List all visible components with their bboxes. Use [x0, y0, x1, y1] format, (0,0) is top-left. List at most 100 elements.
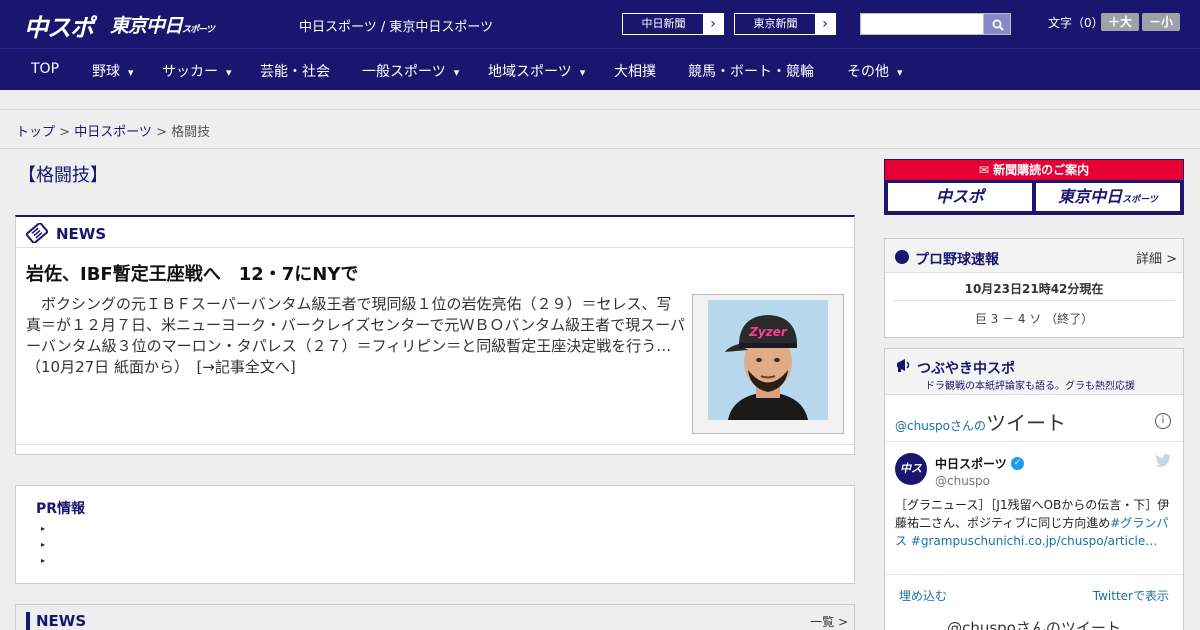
pr-bullet[interactable]: ▸ — [41, 540, 45, 549]
boxer-portrait-image: Zyzer — [708, 300, 828, 420]
subscription-banner: ✉ 新聞購読のご案内 中スポ 東京中日スポーツ — [884, 159, 1184, 215]
chunichi-shimbun-button[interactable]: 中日新聞 › — [622, 13, 724, 35]
divider — [893, 300, 1175, 301]
news-headline[interactable]: 岩佐、IBF暫定王座戦へ 12・7にNYで — [26, 260, 358, 286]
news-photo[interactable]: Zyzer — [692, 294, 844, 434]
search-icon — [992, 19, 1004, 31]
breadcrumb-section[interactable]: 中日スポーツ — [74, 125, 152, 140]
read-more-link[interactable]: [→記事全文へ] — [196, 358, 295, 376]
news-divider — [16, 444, 854, 445]
tokyo-shimbun-button[interactable]: 東京新聞 › — [734, 13, 836, 35]
nav-item-other[interactable]: その他 ▾ — [847, 61, 903, 81]
baseball-update-time: 10月23日21時42分現在 — [964, 282, 1104, 296]
baseball-scores-title: プロ野球速報 — [915, 252, 999, 268]
subscribe-tokyo-chunichi-label: 東京中日 — [1058, 187, 1123, 206]
nav-item-label: 野球 — [92, 64, 120, 80]
timeline-title: @chuspoさんのツイート — [895, 407, 1066, 436]
chevron-down-icon: ▾ — [453, 66, 460, 79]
news-header: NEWS — [16, 217, 854, 248]
timeline-title-text: ツイート — [986, 411, 1067, 435]
page-title: 【格闘技】 — [18, 165, 108, 186]
ticket-icon — [26, 223, 48, 243]
breadcrumb-separator: > — [55, 125, 75, 140]
baseball-details-link[interactable]: 詳細 > — [1136, 248, 1177, 267]
nav-item-label: 芸能・社会 — [260, 64, 330, 80]
avatar[interactable]: 中スポ — [895, 453, 927, 507]
tokyo-chunichi-logo-text: 東京中日 — [110, 15, 183, 37]
baseball-score[interactable]: 巨 3 － 4 ソ （終了） — [885, 310, 1183, 327]
more-tweets-title[interactable]: @chuspoさんのツイート — [885, 617, 1183, 630]
pr-bullet[interactable]: ▸ — [41, 524, 45, 533]
info-icon[interactable]: i — [1155, 413, 1171, 429]
view-on-twitter-link[interactable]: Twitterで表示 — [1093, 587, 1169, 604]
news-heading: NEWS — [56, 225, 107, 243]
breadcrumb-separator: > — [151, 125, 172, 140]
news-list-box: NEWS 一覧 > — [15, 604, 855, 630]
tokyo-chunichi-logo[interactable]: 東京中日スポーツ — [110, 11, 215, 38]
nav-item-label: サッカー — [162, 64, 218, 80]
tweet-handle[interactable]: @chuspo — [935, 474, 990, 488]
tokyo-chunichi-logo-small: スポーツ — [182, 25, 215, 35]
subscribe-chuspo-button[interactable]: 中スポ — [888, 183, 1032, 211]
breadcrumb-home[interactable]: トップ — [16, 125, 55, 140]
twitter-bird-icon[interactable] — [1155, 454, 1171, 468]
nav-item-top[interactable]: TOP — [31, 61, 59, 77]
tweet-account-name[interactable]: 中日スポーツ — [935, 455, 1007, 472]
chevron-right-icon: › — [703, 14, 723, 34]
nav-item-baseball[interactable]: 野球 ▾ — [92, 61, 134, 81]
news-lead-text: ボクシングの元ＩＢＦスーパーバンタム級王者で現同級１位の岩佐亮佑（２９）＝セレス… — [26, 295, 685, 376]
search-input[interactable] — [860, 13, 984, 35]
tweets-header: つぶやき中スポ ドラ観戦の本紙評論家も語る。グラも熱烈応援 — [885, 349, 1183, 395]
divider — [885, 574, 1183, 575]
chuspo-logo[interactable]: 中スポ — [24, 8, 94, 43]
tweet-text: ［グラニュース］［J1残留へOBからの伝言・下］伊藤祐二さん、ポジティブに同じ方… — [895, 496, 1175, 550]
nav-item-local-sports[interactable]: 地域スポーツ ▾ — [488, 61, 585, 81]
baseball-icon — [895, 250, 909, 264]
nav-item-soccer[interactable]: サッカー ▾ — [162, 61, 232, 81]
subscription-banner-label: 新聞購読のご案内 — [993, 163, 1090, 177]
chevron-down-icon: ▾ — [128, 66, 134, 79]
baseball-scores-header: プロ野球速報 詳細 > — [885, 239, 1183, 273]
nav-item-label: 大相撲 — [614, 64, 656, 80]
news-lead: ボクシングの元ＩＢＦスーパーバンタム級王者で現同級１位の岩佐亮佑（２９）＝セレス… — [26, 294, 686, 378]
breadcrumb: トップ > 中日スポーツ > 格闘技 — [16, 121, 210, 140]
subscribe-tokyo-chunichi-small: スポーツ — [1122, 195, 1158, 205]
news-list-heading: NEWS — [36, 612, 87, 630]
breadcrumb-bar: トップ > 中日スポーツ > 格闘技 — [0, 110, 1200, 149]
font-larger-button[interactable]: ＋大 — [1101, 13, 1139, 31]
search-button[interactable] — [983, 13, 1011, 35]
nav-item-sumo[interactable]: 大相撲 — [614, 61, 656, 81]
timeline-handle[interactable]: @chuspoさんの — [895, 419, 986, 433]
nav-item-label: その他 — [847, 64, 889, 80]
font-smaller-button[interactable]: －小 — [1142, 13, 1180, 31]
nav-item-racing[interactable]: 競馬・ボート・競輪 — [688, 61, 814, 81]
verified-icon: ✓ — [1011, 457, 1024, 470]
chunichi-shimbun-label: 中日新聞 — [641, 17, 686, 30]
news-list-more-link[interactable]: 一覧 > — [810, 613, 848, 630]
pr-bullet[interactable]: ▸ — [41, 556, 45, 565]
nav-item-general-sports[interactable]: 一般スポーツ ▾ — [362, 61, 459, 81]
tweets-box: つぶやき中スポ ドラ観戦の本紙評論家も語る。グラも熱烈応援 @chuspoさんの… — [884, 348, 1184, 630]
breadcrumb-current: 格闘技 — [171, 125, 211, 140]
chevron-down-icon: ▾ — [579, 66, 586, 79]
megaphone-icon — [897, 359, 910, 372]
baseball-scores-box: プロ野球速報 詳細 > 10月23日21時42分現在 巨 3 － 4 ソ （終了… — [884, 238, 1184, 338]
pr-heading: PR情報 — [36, 501, 86, 517]
subscription-banner-title[interactable]: ✉ 新聞購読のご案内 — [885, 160, 1183, 180]
chevron-right-icon: › — [815, 14, 835, 34]
nav-item-entertainment[interactable]: 芸能・社会 — [260, 61, 330, 81]
tweets-subtitle: ドラ観戦の本紙評論家も語る。グラも熱烈応援 — [925, 381, 1135, 392]
site-name: 中日スポーツ / 東京中日スポーツ — [299, 20, 494, 35]
chevron-down-icon: ▾ — [897, 66, 903, 79]
subscribe-tokyo-chunichi-button[interactable]: 東京中日スポーツ — [1036, 183, 1180, 211]
news-box: NEWS 岩佐、IBF暫定王座戦へ 12・7にNYで ボクシングの元ＩＢＦスーパ… — [15, 215, 855, 455]
divider — [885, 441, 1183, 442]
tweets-title: つぶやき中スポ — [917, 361, 1015, 377]
embed-link[interactable]: 埋め込む — [899, 587, 947, 604]
nav-item-label: 一般スポーツ — [362, 64, 446, 80]
nav-item-label: TOP — [31, 61, 60, 77]
heading-accent-bar — [26, 612, 30, 630]
top-bar: 中スポ 東京中日スポーツ 中日スポーツ / 東京中日スポーツ 中日新聞 › 東京… — [0, 0, 1200, 48]
font-size-label: 文字（0） — [1048, 16, 1104, 30]
main-nav: TOP 野球 ▾ サッカー ▾ 芸能・社会 一般スポーツ ▾ 地域スポーツ ▾ 大相撲 … — [0, 48, 1200, 90]
